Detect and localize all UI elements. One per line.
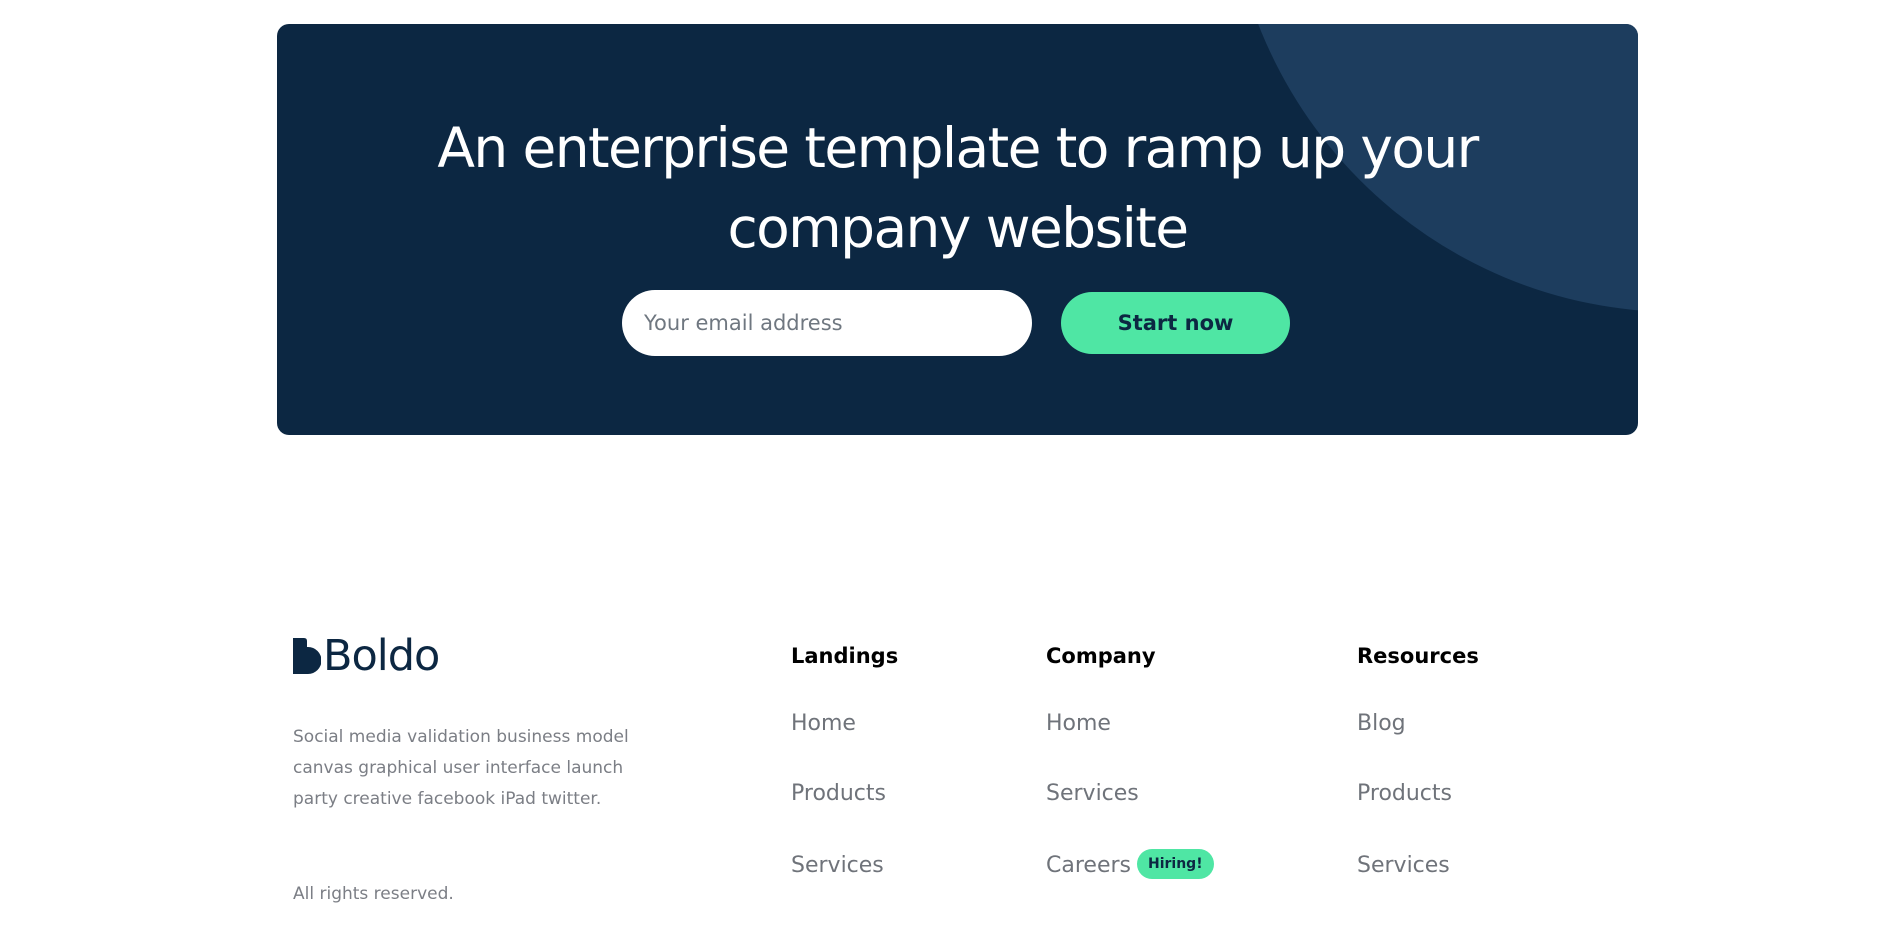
footer-column-company: Company Home Services Careers Hiring! xyxy=(1046,640,1214,879)
footer-link-home[interactable]: Home xyxy=(791,708,856,740)
footer-link-label[interactable]: Careers xyxy=(1046,853,1131,878)
start-now-button[interactable]: Start now xyxy=(1061,292,1290,354)
footer-column-resources: Resources Blog Products Services xyxy=(1357,640,1479,878)
column-heading: Company xyxy=(1046,644,1156,668)
logo-text: Boldo xyxy=(323,631,440,681)
boldo-logo[interactable]: Boldo xyxy=(293,631,440,681)
footer-column-landings: Landings Home Products Services xyxy=(791,640,899,878)
footer-description: Social media validation business model c… xyxy=(293,727,629,809)
footer-link-label[interactable]: Services xyxy=(791,853,884,878)
footer-link-label[interactable]: Blog xyxy=(1357,711,1406,736)
footer-link-careers[interactable]: Careers Hiring! xyxy=(1046,849,1214,882)
footer-link-services[interactable]: Services xyxy=(1046,778,1139,810)
cta-title: An enterprise template to ramp up your c… xyxy=(437,116,1479,260)
footer-link-home[interactable]: Home xyxy=(1046,708,1111,740)
footer-link-label[interactable]: Home xyxy=(1046,711,1111,736)
footer-link-label[interactable]: Products xyxy=(791,781,886,806)
column-heading: Resources xyxy=(1357,644,1479,668)
boldo-logo-icon xyxy=(293,638,321,674)
footer-link-label[interactable]: Home xyxy=(791,711,856,736)
column-heading: Landings xyxy=(791,644,899,668)
email-input[interactable] xyxy=(622,290,1032,356)
footer-link-label[interactable]: Products xyxy=(1357,781,1452,806)
cta-banner: An enterprise template to ramp up your c… xyxy=(277,24,1638,435)
hiring-badge: Hiring! xyxy=(1136,849,1214,879)
footer-link-label[interactable]: Services xyxy=(1046,781,1139,806)
copyright-text: All rights reserved. xyxy=(293,884,454,904)
footer-link-products[interactable]: Products xyxy=(791,778,886,810)
footer-link-services[interactable]: Services xyxy=(791,850,884,882)
footer-link-services[interactable]: Services xyxy=(1357,850,1450,882)
footer-link-products[interactable]: Products xyxy=(1357,778,1452,810)
footer-link-label[interactable]: Services xyxy=(1357,853,1450,878)
footer-link-blog[interactable]: Blog xyxy=(1357,708,1406,740)
